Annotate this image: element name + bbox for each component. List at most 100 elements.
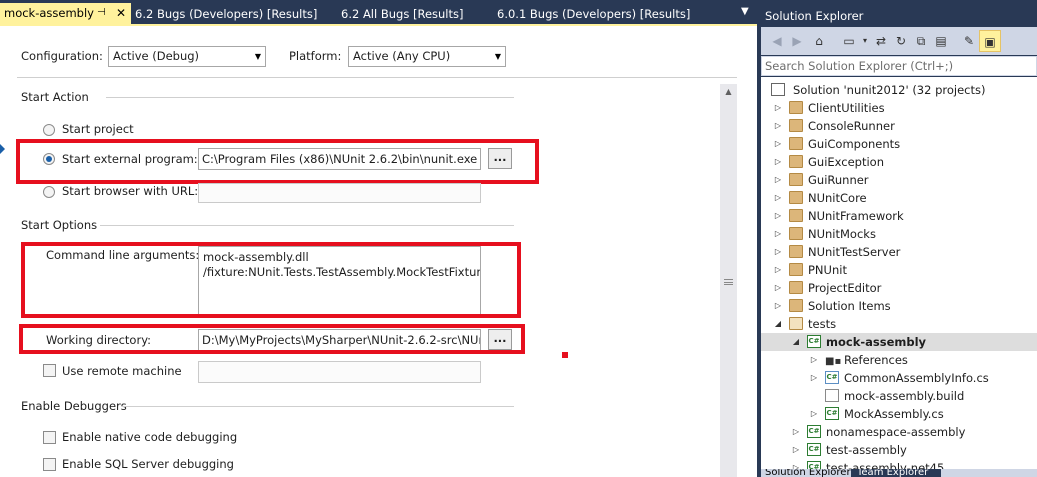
folder-icon	[789, 173, 803, 186]
platform-combo[interactable]: Active (Any CPU) ▼	[348, 46, 506, 67]
pin-icon[interactable]: ⊣	[97, 3, 106, 23]
tab-6-2-all-bugs[interactable]: 6.2 All Bugs [Results]	[341, 4, 463, 24]
expand-arrow-icon[interactable]: ▷	[773, 189, 783, 207]
references-icon: ■▪	[825, 356, 842, 367]
expand-arrow-icon[interactable]: ▷	[773, 171, 783, 189]
expand-arrow-icon[interactable]: ▷	[773, 243, 783, 261]
configuration-combo[interactable]: Active (Debug) ▼	[108, 46, 266, 67]
tree-node-label: NUnitTestServer	[808, 245, 901, 259]
start-project-radio[interactable]	[43, 124, 55, 136]
remote-machine-input[interactable]	[198, 361, 481, 383]
home-icon[interactable]: ⌂	[811, 33, 827, 49]
solution-explorer-title: Solution Explorer	[765, 9, 864, 23]
expand-arrow-icon[interactable]: ▷	[809, 369, 819, 387]
solution-search-input[interactable]: Search Solution Explorer (Ctrl+;)	[761, 56, 1037, 76]
expand-arrow-icon[interactable]: ▷	[809, 405, 819, 423]
platform-value: Active (Any CPU)	[353, 49, 451, 63]
document-tab-strip: mock-assembly ⊣ ✕ 6.2 Bugs (Developers) …	[0, 0, 757, 24]
folder-icon	[789, 155, 803, 168]
tree-node-label: mock-assembly.build	[844, 389, 965, 403]
tree-node-label: MockAssembly.cs	[844, 407, 944, 421]
scroll-grip-icon[interactable]	[724, 279, 733, 285]
expand-arrow-icon[interactable]: ▷	[791, 459, 801, 469]
tab-team-explorer[interactable]: Team Explorer	[851, 469, 941, 477]
expand-arrow-icon[interactable]: ▷	[773, 153, 783, 171]
expand-arrow-icon[interactable]: ▷	[773, 279, 783, 297]
expanded-arrow-icon[interactable]: ◢	[791, 333, 801, 351]
active-marker-icon	[0, 144, 5, 154]
tree-node-label: GuiException	[808, 155, 884, 169]
platform-label: Platform:	[289, 49, 342, 63]
preview-selected-icon[interactable]: ▣	[979, 30, 1001, 52]
tree-node-label: GuiRunner	[808, 173, 869, 187]
native-debugging-label: Enable native code debugging	[62, 430, 238, 444]
divider	[122, 406, 514, 407]
tree-node-label: ClientUtilities	[808, 101, 885, 115]
pending-changes-icon[interactable]: ▭	[841, 33, 857, 49]
expand-arrow-icon[interactable]: ▷	[773, 135, 783, 153]
use-remote-machine-checkbox[interactable]	[43, 364, 56, 377]
scroll-up-icon[interactable]: ▲	[720, 84, 737, 100]
folder-icon	[789, 263, 803, 276]
folder-icon	[789, 245, 803, 258]
tab-mock-assembly[interactable]: mock-assembly ⊣ ✕	[0, 3, 131, 24]
tab-6-0-1-bugs-developers[interactable]: 6.0.1 Bugs (Developers) [Results]	[497, 4, 690, 24]
chevron-down-icon[interactable]: ▾	[857, 33, 873, 49]
expand-arrow-icon[interactable]: ▷	[773, 297, 783, 315]
start-browser-label: Start browser with URL:	[62, 184, 199, 198]
open-folder-icon	[789, 317, 803, 330]
tree-node-label: tests	[808, 317, 837, 331]
tab-6-2-bugs-developers[interactable]: 6.2 Bugs (Developers) [Results]	[135, 4, 317, 24]
expanded-arrow-icon[interactable]: ◢	[773, 315, 783, 333]
tree-node-label: test-assembly	[826, 443, 907, 457]
expand-arrow-icon[interactable]: ▷	[773, 225, 783, 243]
folder-icon	[789, 227, 803, 240]
solution-explorer-panel: Solution Explorer ◀ ▶ ⌂ ▭ ▾ ⇄ ↻ ⧉ ▤ ✎ ▣ …	[757, 0, 1037, 477]
file-icon	[825, 389, 839, 402]
tree-node-label: ConsoleRunner	[808, 119, 895, 133]
collapse-all-icon[interactable]: ⧉	[913, 33, 929, 49]
enable-debuggers-heading: Enable Debuggers	[21, 399, 127, 413]
folder-icon	[789, 119, 803, 132]
expand-arrow-icon[interactable]: ▷	[791, 441, 801, 459]
tree-node-label: test-assembly-net45	[826, 461, 945, 469]
show-all-files-icon[interactable]: ▤	[933, 33, 949, 49]
expand-arrow-icon[interactable]: ▷	[791, 423, 801, 441]
red-mark	[562, 352, 568, 358]
tree-node-label: Solution Items	[808, 299, 891, 313]
properties-scrollbar[interactable]: ▲	[720, 84, 737, 477]
folder-icon	[789, 299, 803, 312]
tab-dropdown-icon[interactable]: ▼	[741, 6, 749, 17]
expand-arrow-icon[interactable]: ▷	[773, 99, 783, 117]
tab-solution-explorer[interactable]: Solution Explorer	[765, 469, 851, 477]
sql-debugging-checkbox[interactable]	[43, 458, 56, 471]
forward-icon[interactable]: ▶	[789, 33, 805, 49]
browser-url-input[interactable]	[198, 183, 481, 203]
back-icon[interactable]: ◀	[769, 33, 785, 49]
folder-icon	[789, 209, 803, 222]
tree-node-label: GuiComponents	[808, 137, 901, 151]
expand-arrow-icon[interactable]: ▷	[773, 117, 783, 135]
start-browser-radio[interactable]	[43, 186, 55, 198]
debug-properties-page: Configuration: Active (Debug) ▼ Platform…	[0, 24, 757, 477]
configuration-label: Configuration:	[21, 49, 103, 63]
start-action-heading: Start Action	[21, 90, 89, 104]
csharp-project-icon: C#	[807, 443, 821, 456]
divider	[106, 97, 514, 98]
tree-node-label: CommonAssemblyInfo.cs	[844, 371, 989, 385]
panel-tab-bar: Solution Explorer Team Explorer	[761, 469, 1037, 477]
close-icon[interactable]: ✕	[116, 3, 126, 23]
chevron-down-icon: ▼	[494, 52, 501, 61]
expand-arrow-icon[interactable]: ▷	[773, 207, 783, 225]
expand-arrow-icon[interactable]: ▷	[809, 351, 819, 369]
properties-wrench-icon[interactable]: ✎	[961, 33, 977, 49]
folder-icon	[789, 137, 803, 150]
sync-icon[interactable]: ⇄	[873, 33, 889, 49]
folder-icon	[789, 281, 803, 294]
tree-node-label: nonamespace-assembly	[826, 425, 966, 439]
native-debugging-checkbox[interactable]	[43, 431, 56, 444]
highlight-box	[19, 324, 525, 354]
refresh-icon[interactable]: ↻	[893, 33, 909, 49]
tree-node-label: ProjectEditor	[808, 281, 882, 295]
expand-arrow-icon[interactable]: ▷	[773, 261, 783, 279]
